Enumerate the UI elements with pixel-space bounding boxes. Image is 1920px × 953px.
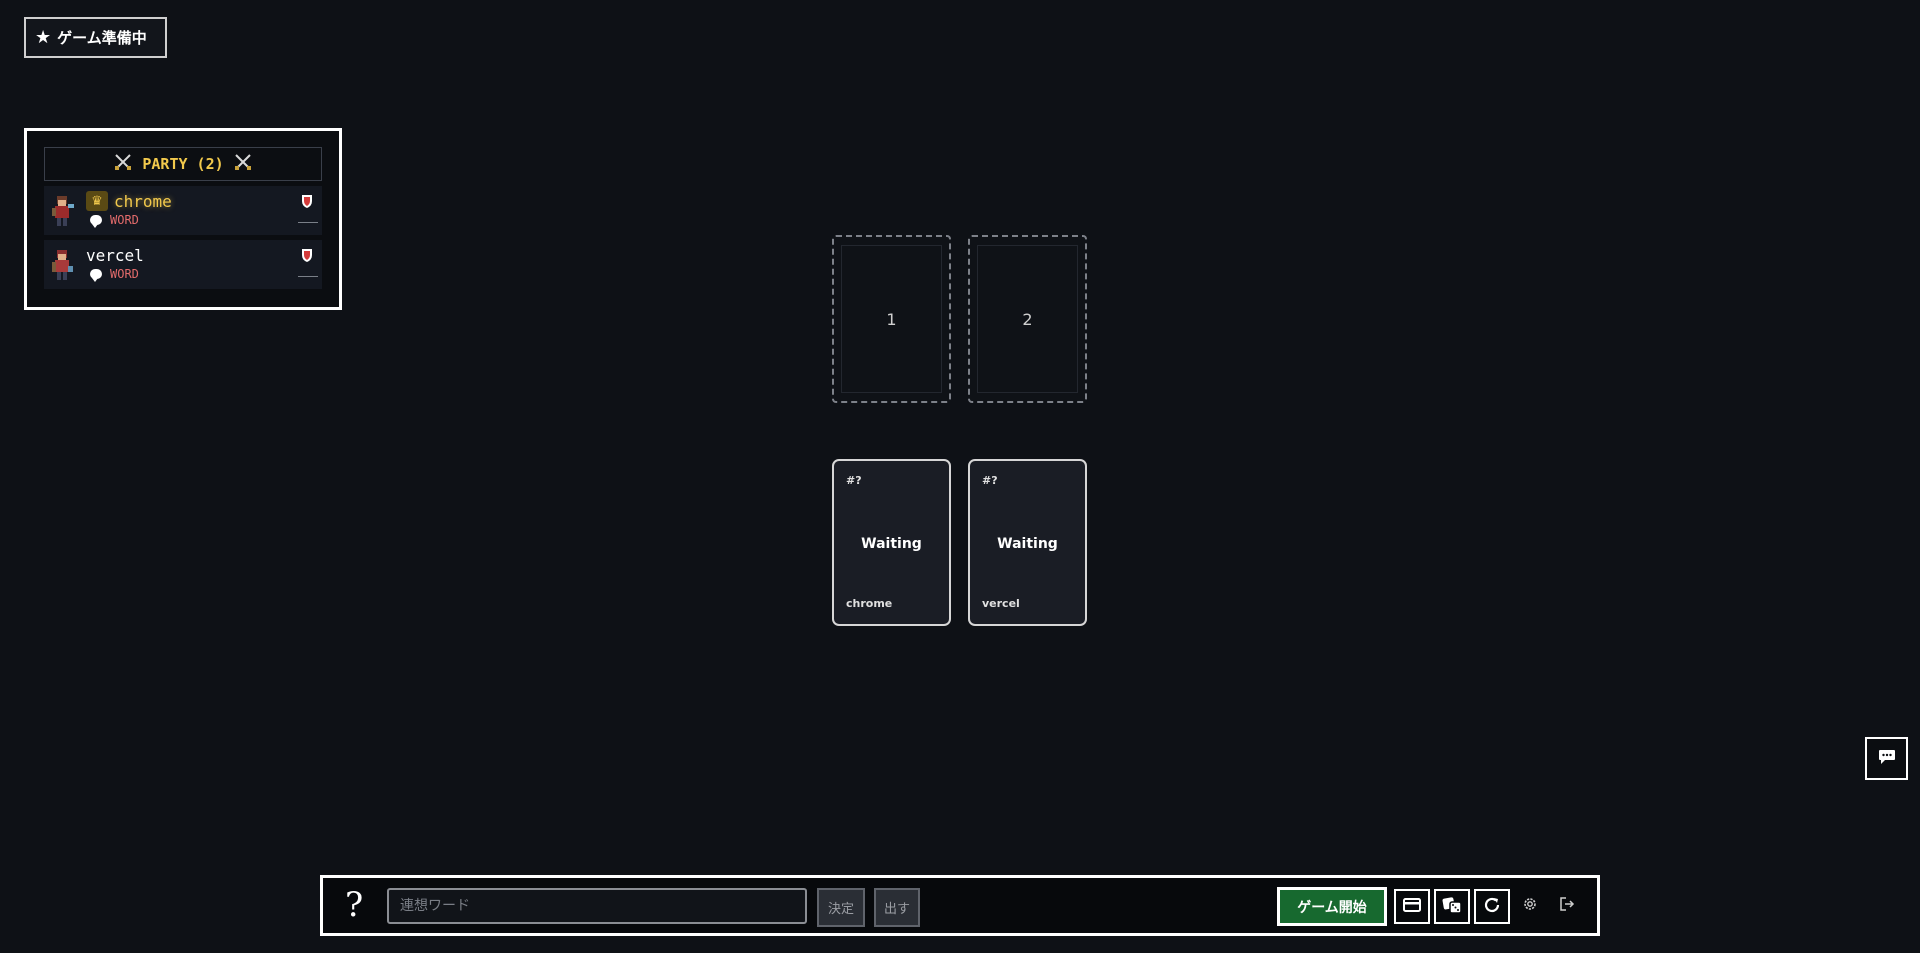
player-word-label: WORD — [110, 267, 139, 281]
speech-bubble-icon — [90, 215, 102, 228]
card-status: Waiting — [861, 536, 922, 552]
gear-icon — [1522, 896, 1538, 916]
dice-icon — [1442, 896, 1462, 918]
chat-bubble-icon — [1878, 749, 1896, 769]
star-icon: ★ — [35, 27, 52, 48]
card-id: #? — [982, 474, 998, 487]
party-header: PARTY (2) — [44, 147, 322, 181]
refresh-button[interactable] — [1474, 889, 1510, 924]
crown-icon: ♛ — [86, 191, 108, 211]
bottom-toolbar: ? 決定 出す ゲーム開始 — [320, 875, 1600, 936]
player-card[interactable]: #? Waiting vercel — [968, 459, 1087, 626]
shield-icon — [301, 194, 313, 209]
player-avatar — [48, 248, 82, 282]
shield-icon — [301, 248, 313, 263]
help-button[interactable]: ? — [345, 885, 363, 925]
game-status-badge: ★ ゲーム準備中 — [24, 17, 167, 58]
player-name: vercel — [86, 245, 144, 265]
player-word-label: WORD — [110, 213, 139, 227]
party-panel: PARTY (2) ♛ chrome WORD vercel WORD — [24, 128, 342, 310]
game-status-label: ゲーム準備中 — [57, 29, 147, 47]
player-name: chrome — [114, 191, 172, 211]
refresh-icon — [1483, 896, 1501, 918]
logout-button[interactable] — [1554, 893, 1580, 919]
card-owner: vercel — [982, 597, 1020, 610]
card-slot[interactable]: 2 — [968, 235, 1087, 403]
player-card[interactable]: #? Waiting chrome — [832, 459, 951, 626]
dice-button[interactable] — [1434, 889, 1470, 924]
party-title: PARTY (2) — [142, 155, 224, 173]
decide-button[interactable]: 決定 — [817, 888, 865, 927]
card-status: Waiting — [997, 536, 1058, 552]
player-avatar — [48, 194, 82, 228]
credit-card-icon — [1403, 897, 1421, 916]
party-player-row: ♛ chrome WORD — [44, 186, 322, 235]
card-owner: chrome — [846, 597, 893, 610]
divider — [298, 222, 318, 223]
settings-button[interactable] — [1517, 893, 1543, 919]
slot-number: 1 — [841, 245, 942, 393]
start-game-button[interactable]: ゲーム開始 — [1277, 887, 1387, 926]
speech-bubble-icon — [90, 269, 102, 282]
card-button[interactable] — [1394, 889, 1430, 924]
crossed-swords-icon — [234, 153, 252, 175]
divider — [298, 276, 318, 277]
slot-number: 2 — [977, 245, 1078, 393]
crossed-swords-icon — [114, 153, 132, 175]
submit-card-button[interactable]: 出す — [874, 888, 920, 927]
logout-icon — [1559, 896, 1575, 916]
party-player-row: vercel WORD — [44, 240, 322, 289]
card-id: #? — [846, 474, 862, 487]
card-slot[interactable]: 1 — [832, 235, 951, 403]
word-input[interactable] — [387, 888, 807, 924]
chat-button[interactable] — [1865, 737, 1908, 780]
